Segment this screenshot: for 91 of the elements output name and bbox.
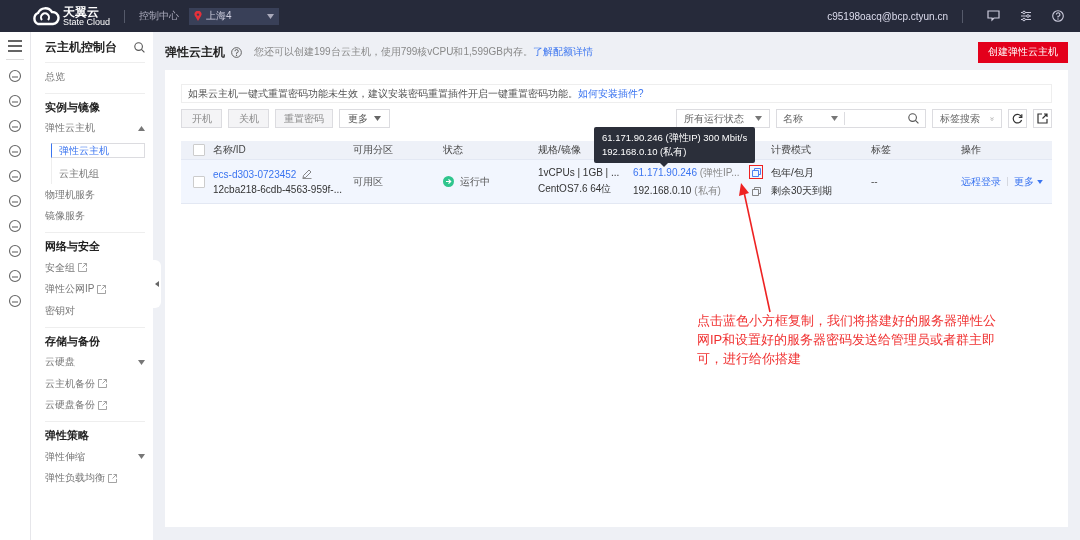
sidebar-item[interactable]: 弹性公网IP bbox=[45, 278, 145, 300]
copy-button[interactable] bbox=[749, 184, 763, 198]
external-link-icon bbox=[108, 473, 117, 483]
quota-link[interactable]: 了解配额详情 bbox=[532, 45, 593, 59]
spec-text: 1vCPUs | 1GB | ... bbox=[538, 167, 621, 178]
sidebar-subitem[interactable]: 弹性云主机 bbox=[51, 143, 145, 158]
collapse-handle[interactable] bbox=[153, 260, 161, 308]
notice-text: 如果云主机一键式重置密码功能未生效，建议安装密码重置插件开启一键重置密码功能。 bbox=[188, 86, 578, 101]
caret-icon bbox=[1037, 179, 1043, 184]
expiry-text: 剩余30天到期 bbox=[771, 183, 834, 198]
tooltip-line: 61.171.90.246 (弹性IP) 300 Mbit/s bbox=[602, 131, 748, 145]
sidebar-item[interactable]: 云主机备份 bbox=[45, 373, 145, 395]
caret-icon bbox=[831, 116, 838, 121]
column-header: 状态 bbox=[442, 143, 463, 157]
pin-icon bbox=[194, 11, 203, 21]
column-header: 可用分区 bbox=[352, 143, 393, 157]
copy-icon bbox=[751, 167, 761, 177]
sidebar-item[interactable]: 物理机服务 bbox=[45, 184, 145, 206]
refresh-button[interactable] bbox=[1008, 109, 1027, 128]
ip-type-note: (私有) bbox=[694, 184, 721, 196]
sidebar-item[interactable]: 弹性负载均衡 bbox=[45, 467, 145, 489]
search-icon[interactable] bbox=[134, 41, 145, 53]
message-icon[interactable] bbox=[987, 10, 1000, 22]
cloud-logo-icon bbox=[30, 6, 60, 26]
sidebar-item[interactable]: 镜像服务 bbox=[45, 205, 145, 227]
column-header: 名称/ID bbox=[212, 143, 246, 157]
region-select[interactable]: 上海4 bbox=[189, 7, 280, 25]
caret-icon bbox=[374, 116, 381, 121]
row-action-link[interactable]: 远程登录 bbox=[961, 174, 1001, 189]
sidebar-item[interactable]: 弹性云主机 bbox=[45, 117, 145, 139]
console-link[interactable]: 控制中心 bbox=[139, 9, 180, 23]
sidebar-item[interactable]: 密钥对 bbox=[45, 300, 145, 322]
instance-name-link[interactable]: ecs-d303-0723452 bbox=[213, 168, 297, 180]
settings-icon[interactable] bbox=[1020, 10, 1032, 22]
tooltip-line: 192.168.0.10 (私有) bbox=[602, 144, 688, 159]
copy-icon bbox=[751, 186, 761, 196]
caret-icon bbox=[755, 116, 762, 121]
billing-text: 包年/包月 bbox=[771, 165, 815, 180]
status-select[interactable]: 所有运行状态 bbox=[676, 109, 770, 128]
sidebar-item[interactable]: 总览 bbox=[45, 66, 145, 88]
search-field[interactable]: 名称 bbox=[776, 109, 926, 128]
sidebar-item[interactable]: 弹性伸缩 bbox=[45, 446, 145, 468]
menu-icon[interactable] bbox=[8, 40, 22, 52]
external-link-icon bbox=[98, 400, 107, 410]
account-link[interactable]: c95198oacq@bcp.ctyun.cn bbox=[827, 10, 948, 22]
export-button[interactable] bbox=[1033, 109, 1052, 128]
status-text: 运行中 bbox=[460, 174, 490, 189]
external-link-icon bbox=[97, 284, 107, 294]
external-link-icon bbox=[78, 263, 87, 273]
tag-search-button[interactable]: 标签搜索 bbox=[932, 109, 1002, 128]
create-button[interactable]: 创建弹性云主机 bbox=[978, 41, 1068, 63]
notice-link[interactable]: 如何安装插件? bbox=[578, 86, 644, 101]
copy-button[interactable] bbox=[749, 165, 763, 179]
action-button[interactable]: 更多 bbox=[339, 109, 390, 128]
instance-id: 12cba218-6cdb-4563-959f-... bbox=[213, 183, 343, 195]
column-header: 操作 bbox=[960, 143, 981, 157]
table-row[interactable]: ecs-d303-0723452 12cba218-6cdb-4563-959f-... 可用区 运行中 1vCPUs | 1GB | ... CentOS7.6 64位 61.171.90.246 (弹性IP... 192.168.0.10 (私有) 包年/包月 剩余30天到期 -- 远程登录 更多 bbox=[181, 159, 1052, 204]
zone-cell-text: 可用区 bbox=[352, 174, 384, 189]
logo-subtitle: State Cloud bbox=[63, 17, 111, 27]
export-icon bbox=[1037, 113, 1048, 124]
sidebar-item[interactable]: 云硬盘 bbox=[45, 351, 145, 373]
external-link-icon bbox=[98, 379, 107, 389]
quota-note: 您还可以创建199台云主机，使用799核vCPU和1,599GB内存。 bbox=[254, 45, 533, 59]
column-header: 计费模式 bbox=[770, 143, 811, 157]
public-ip-link[interactable]: 61.171.90.246 bbox=[633, 166, 697, 178]
sidebar-item[interactable]: 安全组 bbox=[45, 257, 145, 279]
sidebar-title: 云主机控制台 bbox=[45, 38, 117, 56]
ip-type-note: (弹性IP... bbox=[699, 166, 740, 178]
section-heading: 弹性策略 bbox=[45, 428, 90, 443]
annotation-text: 点击蓝色小方框复制，我们将搭建好的服务器弹性公网IP和设置好的服务器密码发送给管理员或者群主即可，进行给你搭建 bbox=[697, 312, 997, 368]
row-checkbox[interactable] bbox=[193, 175, 205, 188]
page-title: 弹性云主机 bbox=[165, 43, 225, 61]
caret-icon bbox=[155, 281, 159, 287]
column-header: 规格/镜像 bbox=[537, 143, 581, 157]
section-heading: 网络与安全 bbox=[45, 239, 101, 254]
private-ip-text: 192.168.0.10 bbox=[633, 184, 692, 196]
image-text: CentOS7.6 64位 bbox=[538, 182, 613, 196]
select-all-checkbox[interactable] bbox=[193, 144, 205, 156]
edit-icon[interactable] bbox=[302, 169, 313, 179]
row-action-link[interactable]: 更多 bbox=[1014, 174, 1043, 189]
status-icon bbox=[443, 176, 454, 187]
sidebar-subitem[interactable]: 云主机组 bbox=[51, 162, 145, 184]
caret-icon bbox=[267, 13, 275, 19]
search-icon[interactable] bbox=[908, 113, 919, 124]
refresh-icon bbox=[1012, 113, 1023, 124]
tags-cell-text: -- bbox=[870, 176, 879, 187]
sidebar-item[interactable]: 云硬盘备份 bbox=[45, 394, 145, 416]
logo-name: 天翼云 bbox=[63, 5, 99, 18]
section-heading: 实例与镜像 bbox=[45, 99, 101, 115]
section-heading: 存储与备份 bbox=[45, 333, 101, 349]
column-header: 标签 bbox=[870, 143, 891, 157]
